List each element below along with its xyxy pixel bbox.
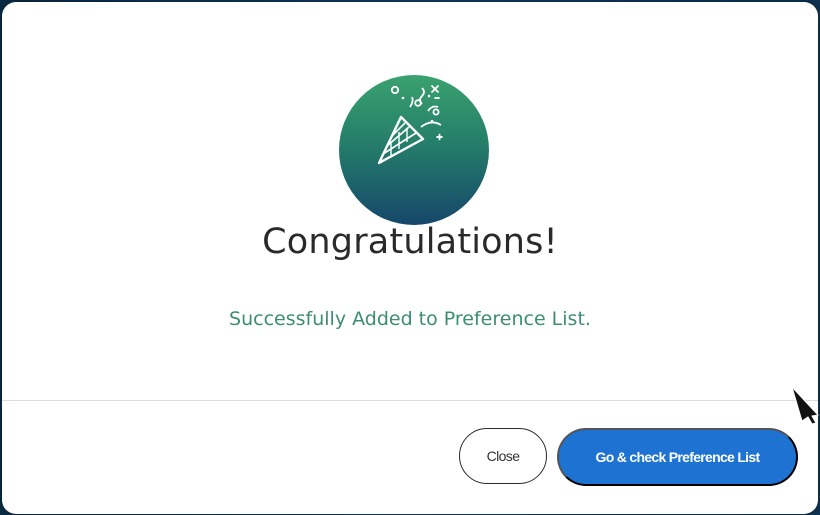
celebration-badge	[339, 75, 489, 225]
go-check-preference-list-button[interactable]: Go & check Preference List	[557, 428, 798, 486]
dialog-body: Congratulations! Successfully Added to P…	[2, 2, 818, 400]
party-popper-icon	[377, 85, 443, 165]
dialog-title: Congratulations!	[262, 222, 558, 262]
mouse-cursor-icon	[791, 386, 819, 425]
success-message: Successfully Added to Preference List.	[229, 308, 591, 330]
close-button[interactable]: Close	[459, 428, 547, 484]
